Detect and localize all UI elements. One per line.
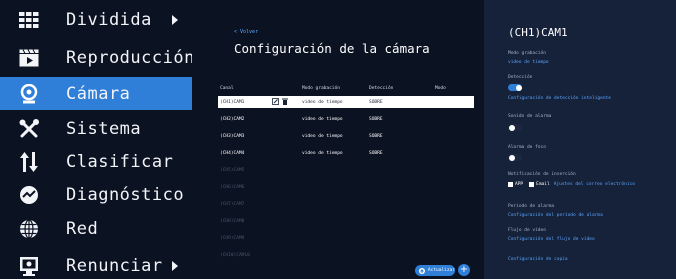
add-camera-button[interactable]: + — [458, 264, 470, 276]
chevron-right-icon — [172, 14, 178, 25]
detection-status: SOBRE — [369, 133, 383, 139]
logout-icon — [18, 255, 40, 277]
chevron-right-icon — [172, 260, 178, 271]
channel-name: (CH1)CAM1 — [220, 99, 245, 105]
page-title: Configuración de la cámara — [234, 41, 430, 56]
alarm-sound-toggle[interactable] — [508, 124, 522, 131]
back-link[interactable]: < Volver — [234, 29, 258, 35]
alarm-light-label: Alarma de foco — [508, 145, 546, 150]
notification-options: APP Email Ajustes del correo electrónico — [508, 182, 635, 187]
nav-label: Clasificar — [66, 151, 174, 172]
channel-name: (CH9)CAM9 — [220, 235, 245, 241]
channel-name: (CH3)CAM3 — [220, 133, 245, 139]
alarm-period-label: Período de alarma — [508, 204, 555, 209]
nav-item-diagnostico[interactable]: Diagnóstico — [0, 178, 192, 211]
update-button[interactable]: Actualizar — [415, 265, 455, 276]
nav-label: Dividida — [66, 9, 152, 30]
table-row: (CH6)CAM6 — [218, 181, 474, 193]
table-row[interactable]: (CH3)CAM3 video de tiempo SOBRE — [218, 130, 474, 142]
upload-icon — [419, 267, 425, 274]
recording-mode: video de tiempo — [302, 116, 343, 122]
nav-item-dividida[interactable]: Dividida — [0, 3, 192, 36]
globe-icon — [18, 218, 40, 240]
table-row: (CH9)CAM9 — [218, 232, 474, 244]
detection-label: Detección — [508, 75, 533, 80]
sidebar-nav: Dividida Reproducción Cámara Sistema Cla… — [0, 0, 195, 279]
alarm-sound-label: Sonido de alarma — [508, 114, 552, 119]
detection-status: SOBRE — [369, 99, 383, 105]
edit-icon[interactable] — [272, 98, 279, 105]
app-checkbox[interactable] — [508, 182, 513, 187]
camera-settings-panel: < Volver Configuración de la cámara Cana… — [192, 0, 484, 279]
recording-mode: video de tiempo — [302, 99, 343, 105]
diagnostic-icon — [18, 184, 40, 206]
backup-settings-link[interactable]: Configuración de copia — [508, 257, 568, 262]
alarm-light-toggle[interactable] — [508, 154, 522, 161]
trash-icon[interactable] — [282, 98, 288, 105]
table-row[interactable]: (CH4)CAM4 video de tiempo SOBRE — [218, 147, 474, 159]
nav-label: Sistema — [66, 118, 142, 139]
app-label: APP — [515, 182, 524, 187]
tools-icon — [18, 118, 40, 140]
detection-toggle[interactable] — [508, 84, 522, 91]
table-row: (CH8)CAM8 — [218, 215, 474, 227]
push-notification-label: Notificación de inserción — [508, 172, 576, 177]
column-header: Modo — [435, 86, 446, 91]
table-row[interactable]: (CH1)CAM1 video de tiempo SOBRE — [218, 96, 474, 108]
table-row: (CH5)CAM5 — [218, 164, 474, 176]
detection-status: SOBRE — [369, 116, 383, 122]
nav-item-sistema[interactable]: Sistema — [0, 112, 192, 145]
rec-mode-label: Modo grabación — [508, 51, 546, 56]
channel-name: (CH5)CAM5 — [220, 167, 245, 173]
column-header: Detección — [369, 86, 394, 91]
recording-mode: video de tiempo — [302, 150, 343, 156]
nav-label: Diagnóstico — [66, 184, 185, 205]
table-header: Canal Modo grabación Detección Modo — [218, 84, 474, 94]
column-header: Canal — [220, 86, 234, 91]
channel-name: (CH10)CAM10 — [220, 252, 250, 258]
rec-mode-value[interactable]: video de tiempo — [508, 60, 549, 65]
nav-item-reproduccion[interactable]: Reproducción — [0, 41, 195, 74]
nav-item-renunciar[interactable]: Renunciar — [0, 249, 192, 279]
table-row[interactable]: (CH2)CAM2 video de tiempo SOBRE — [218, 113, 474, 125]
playback-icon — [18, 47, 40, 69]
nav-label: Cámara — [66, 83, 131, 104]
column-header: Modo grabación — [302, 86, 340, 91]
table-row: (CH10)CAM10 — [218, 249, 474, 261]
table-row: (CH7)CAM7 — [218, 198, 474, 210]
update-button-label: Actualizar — [427, 268, 455, 273]
channel-name: (CH7)CAM7 — [220, 201, 245, 207]
channel-name: (CH2)CAM2 — [220, 116, 245, 122]
email-settings-link[interactable]: Ajustes del correo electrónico — [554, 182, 635, 187]
email-label: Email — [536, 182, 550, 187]
nav-item-red[interactable]: Red — [0, 212, 192, 245]
video-flow-label: Flujo de vídeo — [508, 228, 546, 233]
nav-item-clasificar[interactable]: Clasificar — [0, 145, 192, 178]
recording-mode: video de tiempo — [302, 133, 343, 139]
nav-label: Reproducción — [66, 47, 195, 68]
channel-name: (CH8)CAM8 — [220, 218, 245, 224]
channel-name: (CH6)CAM6 — [220, 184, 245, 190]
detail-title: (CH1)CAM1 — [508, 26, 568, 39]
sort-icon — [18, 151, 40, 173]
nav-label: Red — [66, 218, 99, 239]
channel-name: (CH4)CAM4 — [220, 150, 245, 156]
nav-label: Renunciar — [66, 255, 163, 276]
channel-detail-panel: (CH1)CAM1 Modo grabación video de tiempo… — [484, 0, 676, 279]
detection-status: SOBRE — [369, 150, 383, 156]
nav-item-camara[interactable]: Cámara — [0, 77, 192, 110]
video-flow-link[interactable]: Configuración del flujo de vídeo — [508, 237, 595, 242]
grid-icon — [18, 9, 40, 31]
camera-icon — [18, 83, 40, 105]
alarm-period-link[interactable]: Configuración del período de alarma — [508, 213, 603, 218]
smart-detection-link[interactable]: Configuración de detección inteligente — [508, 96, 611, 101]
email-checkbox[interactable] — [529, 182, 535, 187]
